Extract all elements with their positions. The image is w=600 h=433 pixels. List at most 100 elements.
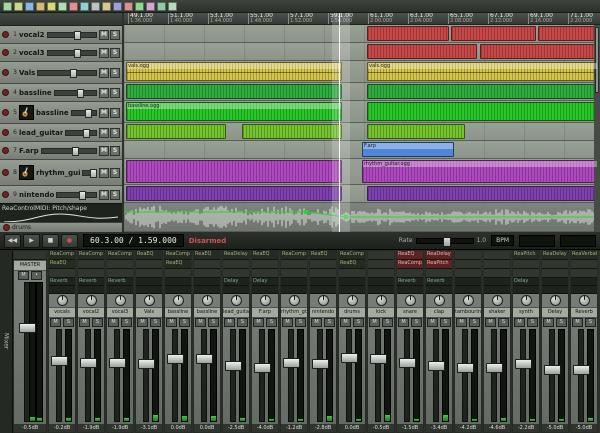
track-lane-vocal2[interactable] (124, 25, 594, 43)
fx-slot[interactable]: ReaEQ (397, 251, 423, 260)
solo-button[interactable]: S (585, 318, 596, 327)
record-arm-button[interactable] (2, 109, 9, 116)
solo-button[interactable]: S (208, 318, 219, 327)
send-slot[interactable] (78, 286, 104, 294)
pan-knob[interactable] (173, 295, 184, 306)
track-lane-F.arp[interactable]: F.arp (124, 141, 594, 159)
media-item[interactable] (367, 102, 598, 121)
fx-slot[interactable] (455, 260, 481, 269)
pan-knob[interactable] (144, 295, 155, 306)
fx-slot[interactable]: ReaEQ (339, 260, 365, 269)
mixer-strip-clap[interactable]: ReaDelayReaPitchReverbclapMS-3.4dB (425, 250, 453, 433)
record-arm-button[interactable] (2, 147, 9, 154)
send-slot[interactable] (542, 278, 568, 286)
mute-button[interactable]: M (398, 318, 409, 327)
fx-slot[interactable] (223, 269, 249, 278)
send-slot[interactable] (194, 278, 220, 286)
send-slot[interactable]: Reverb (397, 278, 423, 286)
solo-button[interactable]: S (110, 146, 120, 156)
media-item[interactable]: F.arp (362, 142, 454, 157)
track-row-vocal2[interactable]: 1vocal2MS (0, 26, 122, 44)
solo-button[interactable]: S (92, 318, 103, 327)
media-item[interactable] (451, 26, 536, 41)
fx-slot[interactable]: ReaEQ (310, 251, 336, 260)
media-item[interactable] (126, 124, 226, 139)
fx-slot[interactable]: ReaEQ (194, 251, 220, 260)
mute-button[interactable]: M (99, 146, 109, 156)
record-arm-button[interactable] (2, 31, 9, 38)
track-lane-vocal3[interactable] (124, 43, 594, 61)
mixer-strip-lead_guitar[interactable]: ReaDelayDelaylead_guitarMS-2.5dB (222, 250, 250, 433)
solo-button[interactable]: S (110, 68, 120, 78)
mute-button[interactable]: M (427, 318, 438, 327)
send-slot[interactable] (339, 286, 365, 294)
track-row-bassline[interactable]: 4basslineMS (0, 84, 122, 102)
send-slot[interactable]: Reverb (107, 278, 133, 286)
pan-knob[interactable] (231, 295, 242, 306)
fx-slot[interactable] (107, 269, 133, 278)
mute-button[interactable]: M (166, 318, 177, 327)
item-properties-icon[interactable] (58, 2, 67, 11)
fx-slot[interactable] (455, 251, 481, 260)
mute-button[interactable]: M (99, 48, 109, 58)
solo-button[interactable]: S (382, 318, 393, 327)
track-volume-fader[interactable] (41, 148, 97, 154)
send-slot[interactable] (426, 286, 452, 294)
send-slot[interactable] (397, 286, 423, 294)
record-arm-button[interactable] (2, 129, 9, 136)
mixer-strip-kick[interactable]: kickMS-0.5dB (367, 250, 395, 433)
pan-knob[interactable] (86, 295, 97, 306)
fx-slot[interactable] (78, 269, 104, 278)
mute-button[interactable]: M (99, 108, 109, 118)
fx-slot[interactable]: ReaComp (49, 251, 75, 260)
track-volume-fader[interactable] (47, 32, 97, 38)
media-explorer-icon[interactable] (146, 2, 155, 11)
mute-button[interactable]: M (456, 318, 467, 327)
volume-fader[interactable] (80, 358, 97, 368)
mixer-strip-Delay[interactable]: ReaDelayDelayMS-5.0dB (541, 250, 569, 433)
master-volume-fader[interactable] (19, 323, 36, 333)
mute-button[interactable]: M (253, 318, 264, 327)
fx-slot[interactable]: ReaVerbate (571, 251, 597, 260)
send-slot[interactable] (310, 278, 336, 286)
record-arm-button[interactable] (2, 49, 9, 56)
volume-fader[interactable] (486, 363, 503, 373)
fx-slot[interactable]: ReaDelay (223, 251, 249, 260)
track-row-F.arp[interactable]: 7F.arpMS (0, 142, 122, 160)
mixer-strip-bassline[interactable]: ReaEQbasslineMS0.0dB (193, 250, 221, 433)
media-item[interactable] (126, 84, 342, 99)
solo-button[interactable]: S (179, 318, 190, 327)
mixer-strip-synth[interactable]: ReaPitchDelaysynthMS-2.2dB (512, 250, 540, 433)
fx-slot[interactable]: ReaEQ (49, 260, 75, 269)
vertical-scrollbar[interactable] (594, 25, 600, 232)
solo-button[interactable]: S (324, 318, 335, 327)
fx-slot[interactable] (484, 251, 510, 260)
media-item[interactable] (367, 26, 449, 41)
mixer-strip-rhythm_gtr[interactable]: ReaComprhythm_gtrMS-1.2dB (280, 250, 308, 433)
mute-button[interactable]: M (99, 88, 109, 98)
time-display[interactable]: 60.3.00 / 1.59.000 (83, 234, 184, 247)
volume-fader[interactable] (109, 358, 126, 368)
send-slot[interactable] (571, 278, 597, 286)
fx-slot[interactable] (194, 269, 220, 278)
fx-slot[interactable] (310, 260, 336, 269)
solo-button[interactable]: S (440, 318, 451, 327)
media-item[interactable]: vals.ogg (367, 62, 598, 81)
send-slot[interactable] (281, 286, 307, 294)
send-slot[interactable] (165, 278, 191, 286)
fx-slot[interactable] (426, 269, 452, 278)
track-row-rhythm_guitar[interactable]: 8rhythm_guitarMS (0, 160, 122, 186)
track-volume-fader[interactable] (56, 192, 97, 198)
track-lane-Vals[interactable]: vals.oggvals.ogg (124, 61, 594, 83)
redo-icon[interactable] (47, 2, 56, 11)
send-slot[interactable]: Reverb (78, 278, 104, 286)
volume-fader[interactable] (225, 361, 242, 371)
mixer-strip-tambourine[interactable]: tambourineMS-4.2dB (454, 250, 482, 433)
send-slot[interactable] (136, 286, 162, 294)
grid-snap-icon[interactable] (91, 2, 100, 11)
fx-slot[interactable] (368, 269, 394, 278)
mute-button[interactable]: M (514, 318, 525, 327)
track-volume-fader[interactable] (65, 130, 97, 136)
bpm-box[interactable]: BPM (491, 235, 514, 246)
fx-slot[interactable]: ReaComp (281, 251, 307, 260)
